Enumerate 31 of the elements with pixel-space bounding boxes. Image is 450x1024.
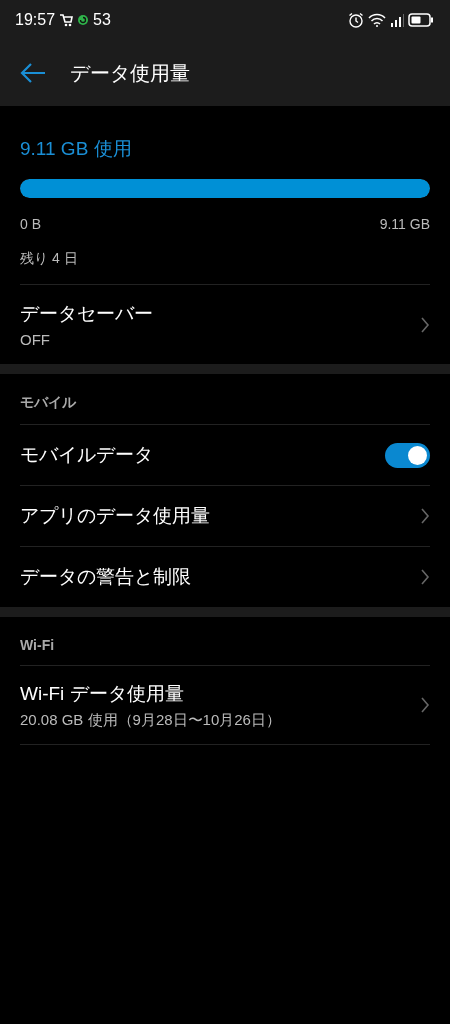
sync-icon: [77, 14, 90, 26]
days-remaining: 残り 4 日: [20, 250, 79, 268]
screen-title: データ使用量: [70, 60, 190, 86]
signal-icon: [390, 13, 404, 27]
cart-icon: [59, 13, 74, 27]
chevron-icon: [420, 508, 430, 524]
settings-row[interactable]: モバイルデータ: [20, 424, 430, 485]
clock-time: 19:57: [15, 11, 56, 29]
toggle-switch[interactable]: [385, 442, 430, 468]
row-title: アプリのデータ使用量: [20, 504, 210, 528]
chevron-icon: [420, 316, 430, 333]
min-label: 0 B: [20, 216, 41, 232]
notification-count: 53: [93, 11, 111, 29]
wifi-icon: [368, 13, 386, 27]
chevron-icon: [420, 697, 430, 713]
section-header: モバイル: [20, 393, 77, 412]
usage-amount: 9.11 GB 使用: [20, 137, 133, 161]
settings-row[interactable]: Wi-Fi データ使用量 20.08 GB 使用（9月28日〜10月26日）: [20, 665, 430, 745]
alarm-icon: [348, 12, 364, 28]
row-title: データの警告と制限: [20, 565, 191, 589]
row-title: モバイルデータ: [20, 443, 153, 467]
row-title: Wi-Fi データ使用量: [20, 681, 185, 706]
battery-icon: [408, 13, 434, 27]
chevron-icon: [420, 569, 430, 585]
row-subtitle: OFF: [20, 331, 51, 348]
max-label: 9.11 GB: [379, 216, 430, 232]
back-icon[interactable]: [20, 63, 46, 83]
settings-row[interactable]: アプリのデータ使用量: [20, 485, 430, 546]
row-subtitle: 20.08 GB 使用（9月28日〜10月26日）: [20, 710, 281, 730]
row-title: データセーバー: [20, 302, 153, 326]
section-header: Wi-Fi: [20, 636, 56, 655]
